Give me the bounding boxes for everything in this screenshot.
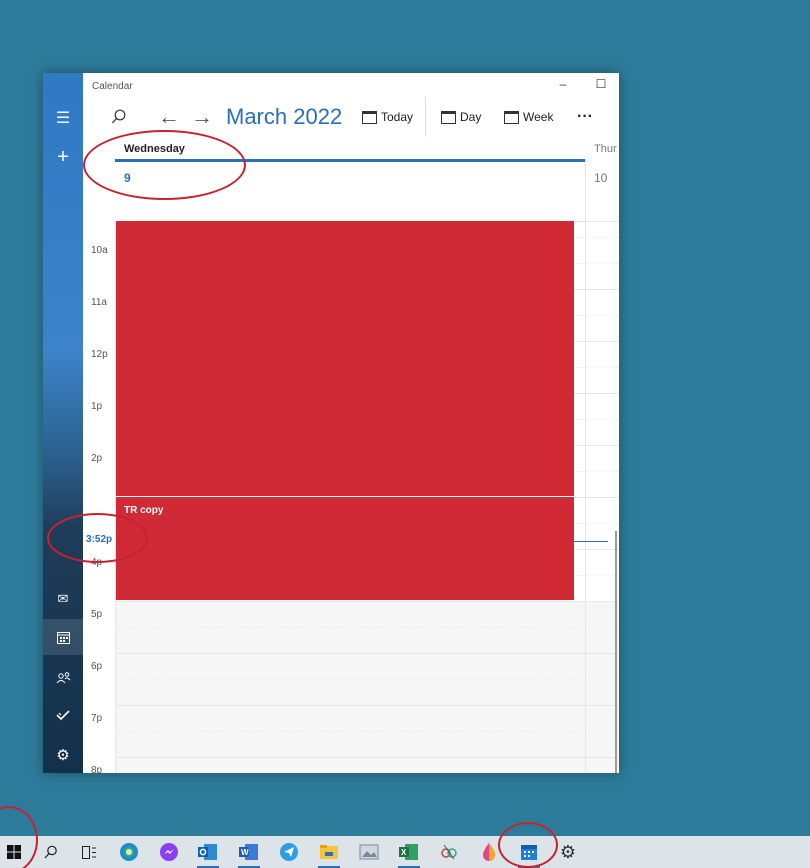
search-icon[interactable]: [40, 841, 62, 863]
week-icon: [504, 110, 519, 124]
title-bar: Calendar – ☐ ✕: [83, 73, 619, 99]
search-icon[interactable]: [111, 101, 127, 133]
calendar-event[interactable]: [116, 221, 574, 496]
half-hour-line: [115, 627, 619, 628]
annotation-circle-start: [0, 806, 38, 868]
day-separator: [585, 159, 586, 221]
svg-text:W: W: [241, 848, 249, 857]
toolbar: ← → March 2022 Today Day Week ···: [83, 101, 619, 133]
paint-drop-icon[interactable]: [478, 841, 500, 863]
today-label: Today: [381, 110, 414, 124]
people-icon[interactable]: [43, 659, 83, 695]
time-grid[interactable]: 10a 11a 12p 1p 2p 4p 5p 6p 7p 8p TR copy…: [83, 221, 619, 773]
week-label: Week: [523, 110, 554, 124]
outlook-icon[interactable]: [197, 841, 219, 868]
hour-line: [115, 653, 619, 654]
annotation-circle-time: [47, 513, 148, 563]
excel-icon[interactable]: X: [398, 841, 420, 868]
svg-text:X: X: [401, 848, 407, 857]
hour-label-8p: 8p: [91, 765, 103, 773]
next-arrow-icon[interactable]: →: [191, 101, 213, 133]
new-event-icon[interactable]: +: [43, 139, 83, 175]
next-day-name[interactable]: Thur: [594, 143, 617, 155]
previous-arrow-icon[interactable]: ←: [158, 101, 180, 133]
file-explorer-icon[interactable]: [318, 841, 340, 868]
event-title: TR copy: [124, 505, 164, 516]
hamburger-menu-icon[interactable]: ☰: [43, 100, 83, 136]
mail-icon[interactable]: ✉: [43, 581, 83, 617]
today-button[interactable]: Today: [362, 101, 413, 133]
settings-icon[interactable]: ⚙: [43, 737, 83, 773]
calendar-event[interactable]: TR copy: [116, 497, 574, 600]
messenger-icon[interactable]: [158, 841, 180, 863]
next-day-number[interactable]: 10: [594, 171, 607, 185]
more-options-button[interactable]: ···: [577, 101, 593, 133]
hour-label-5p: 5p: [91, 609, 103, 620]
edge-icon[interactable]: [118, 841, 140, 863]
day-icon: [441, 110, 456, 124]
word-icon[interactable]: W: [238, 841, 260, 868]
telegram-icon[interactable]: [278, 841, 300, 863]
day-view-button[interactable]: Day: [441, 101, 481, 133]
day-label: Day: [460, 110, 482, 124]
hour-label-6p: 6p: [91, 661, 103, 672]
hour-label-11a: 11a: [91, 297, 107, 308]
half-hour-line: [115, 679, 619, 680]
task-view-icon[interactable]: [78, 841, 100, 863]
month-title[interactable]: March 2022: [226, 101, 342, 133]
hour-label-1p: 1p: [91, 401, 103, 412]
taskbar: W X ⚙: [0, 836, 810, 868]
half-hour-line: [115, 731, 619, 732]
navigation-rail: ☰ + ✉ ⚙: [43, 73, 83, 773]
hour-line: [115, 601, 619, 602]
calendar-icon[interactable]: [43, 619, 83, 655]
hour-line: [115, 705, 619, 706]
toolbar-divider: [425, 97, 426, 137]
maximize-button[interactable]: ☐: [583, 77, 619, 97]
snip-sketch-icon[interactable]: [438, 841, 460, 863]
todo-icon[interactable]: [43, 697, 83, 733]
hour-label-7p: 7p: [91, 713, 103, 724]
scrollbar[interactable]: [615, 531, 617, 773]
week-view-button[interactable]: Week: [504, 101, 553, 133]
hour-label-12p: 12p: [91, 349, 108, 360]
photos-icon[interactable]: [358, 841, 380, 863]
current-time-line: [574, 541, 608, 542]
annotation-circle-calendar: [498, 822, 558, 868]
today-icon: [362, 110, 377, 124]
minimize-button[interactable]: –: [545, 77, 581, 97]
settings-gear-icon[interactable]: ⚙: [557, 841, 579, 863]
app-title: Calendar: [92, 81, 133, 92]
hour-label-10a: 10a: [91, 245, 108, 256]
hour-label-2p: 2p: [91, 453, 103, 464]
hour-line: [115, 757, 619, 758]
annotation-circle-day: [83, 130, 246, 200]
